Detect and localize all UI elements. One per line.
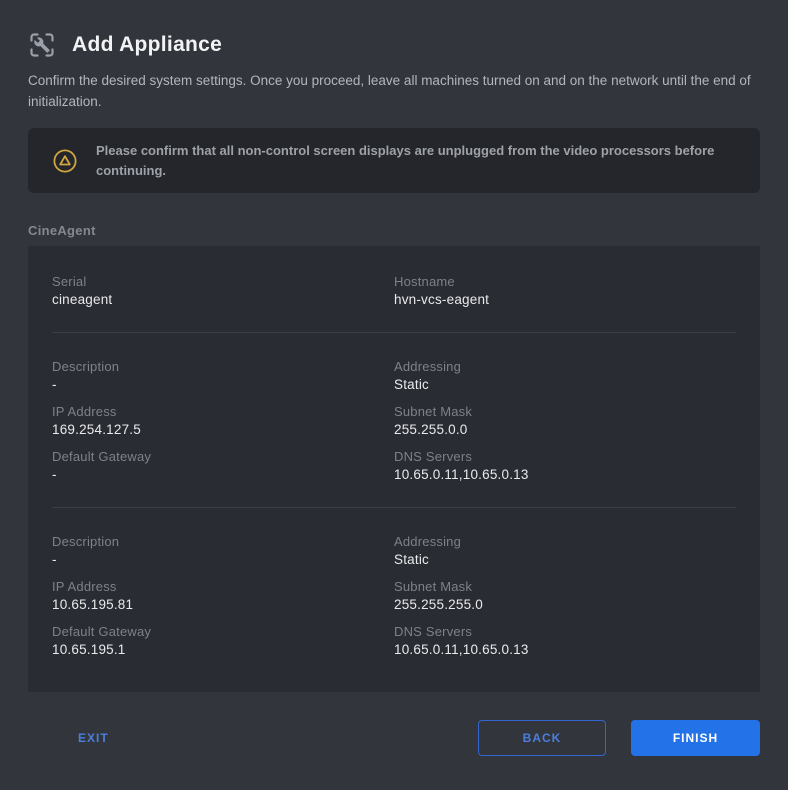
- field-label: DNS Servers: [394, 624, 473, 639]
- appliance-wrench-icon: [30, 33, 54, 57]
- dialog-header: Add Appliance Confirm the desired system…: [28, 28, 760, 112]
- field-value: Static: [394, 552, 429, 567]
- field-default-gateway: Default Gateway -: [52, 449, 394, 482]
- warning-circle-triangle-icon: [53, 148, 77, 173]
- field-addressing: Addressing Static: [394, 534, 736, 567]
- network-block-1: Description - Addressing Static IP Addre…: [52, 359, 736, 482]
- field-subnet-mask: Subnet Mask 255.255.0.0: [394, 404, 736, 437]
- field-value: 10.65.195.1: [52, 642, 126, 657]
- field-hostname: Hostname hvn-vcs-eagent: [394, 274, 736, 307]
- field-label: Subnet Mask: [394, 404, 473, 419]
- page-title: Add Appliance: [72, 33, 223, 56]
- field-value: -: [52, 467, 57, 482]
- field-value: -: [52, 377, 57, 392]
- field-value: 169.254.127.5: [52, 422, 141, 437]
- field-label: Description: [52, 359, 120, 374]
- field-value: 10.65.0.11,10.65.0.13: [394, 467, 529, 482]
- field-label: IP Address: [52, 404, 117, 419]
- exit-button[interactable]: EXIT: [62, 721, 125, 755]
- field-label: Serial: [52, 274, 87, 289]
- field-value: 10.65.195.81: [52, 597, 134, 612]
- field-label: Hostname: [394, 274, 455, 289]
- field-label: Default Gateway: [52, 449, 152, 464]
- finish-button[interactable]: FINISH: [631, 720, 760, 756]
- field-description: Description -: [52, 359, 394, 392]
- cineagent-card: Serial cineagent Hostname hvn-vcs-eagent…: [28, 246, 760, 692]
- divider: [52, 332, 736, 333]
- field-label: IP Address: [52, 579, 117, 594]
- network-block-2: Description - Addressing Static IP Addre…: [52, 534, 736, 657]
- field-label: Addressing: [394, 359, 462, 374]
- field-label: Description: [52, 534, 120, 549]
- section-label-cineagent: CineAgent: [28, 223, 96, 238]
- field-description: Description -: [52, 534, 394, 567]
- field-label: DNS Servers: [394, 449, 473, 464]
- field-label: Addressing: [394, 534, 462, 549]
- field-default-gateway: Default Gateway 10.65.195.1: [52, 624, 394, 657]
- field-value: 10.65.0.11,10.65.0.13: [394, 642, 529, 657]
- back-button[interactable]: BACK: [478, 720, 606, 756]
- field-serial: Serial cineagent: [52, 274, 394, 307]
- field-dns-servers: DNS Servers 10.65.0.11,10.65.0.13: [394, 624, 736, 657]
- field-value: 255.255.255.0: [394, 597, 483, 612]
- field-subnet-mask: Subnet Mask 255.255.255.0: [394, 579, 736, 612]
- field-ip-address: IP Address 10.65.195.81: [52, 579, 394, 612]
- field-value: cineagent: [52, 292, 113, 307]
- dialog-footer: EXIT BACK FINISH: [28, 720, 760, 756]
- divider: [52, 507, 736, 508]
- field-addressing: Addressing Static: [394, 359, 736, 392]
- field-dns-servers: DNS Servers 10.65.0.11,10.65.0.13: [394, 449, 736, 482]
- field-ip-address: IP Address 169.254.127.5: [52, 404, 394, 437]
- field-value: Static: [394, 377, 429, 392]
- field-label: Default Gateway: [52, 624, 152, 639]
- field-value: 255.255.0.0: [394, 422, 468, 437]
- field-value: hvn-vcs-eagent: [394, 292, 490, 307]
- page-description: Confirm the desired system settings. Onc…: [28, 73, 751, 109]
- field-label: Subnet Mask: [394, 579, 473, 594]
- field-value: -: [52, 552, 57, 567]
- identity-fields: Serial cineagent Hostname hvn-vcs-eagent: [52, 274, 736, 307]
- warning-text: Please confirm that all non-control scre…: [96, 143, 715, 178]
- warning-banner: Please confirm that all non-control scre…: [28, 128, 760, 193]
